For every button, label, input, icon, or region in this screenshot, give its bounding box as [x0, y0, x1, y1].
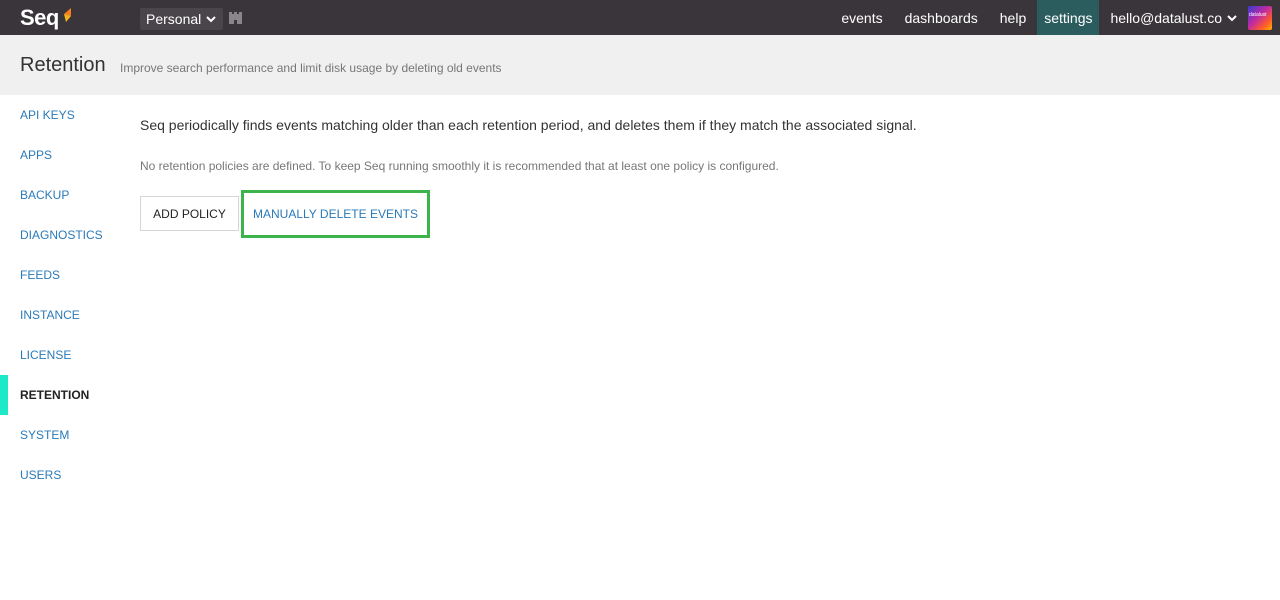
- manually-delete-events-button[interactable]: MANUALLY DELETE EVENTS: [241, 190, 430, 238]
- nav-events[interactable]: events: [834, 0, 889, 35]
- castle-icon[interactable]: [229, 12, 242, 24]
- chevron-down-icon: [206, 16, 216, 23]
- retention-intro-text: Seq periodically finds events matching o…: [140, 117, 917, 133]
- nav-help[interactable]: help: [993, 0, 1033, 35]
- page-subtitle: Improve search performance and limit dis…: [120, 61, 502, 75]
- top-bar: Seq Personal events dashboards help sett…: [0, 0, 1280, 35]
- settings-sidebar: API KEYS APPS BACKUP DIAGNOSTICS FEEDS I…: [0, 95, 130, 495]
- sidebar-item-retention[interactable]: RETENTION: [0, 375, 130, 415]
- add-policy-button[interactable]: ADD POLICY: [140, 196, 239, 231]
- workspace-selector[interactable]: Personal: [140, 8, 224, 30]
- sidebar-item-license[interactable]: LICENSE: [0, 335, 130, 375]
- chevron-down-icon: [1227, 14, 1237, 21]
- sidebar-item-diagnostics[interactable]: DIAGNOSTICS: [0, 215, 130, 255]
- nav-settings[interactable]: settings: [1037, 0, 1100, 35]
- sidebar-item-apps[interactable]: APPS: [0, 135, 130, 175]
- sidebar-item-instance[interactable]: INSTANCE: [0, 295, 130, 335]
- nav-dashboards[interactable]: dashboards: [898, 0, 985, 35]
- logo-text: Seq: [20, 5, 59, 30]
- workspace-label: Personal: [146, 11, 202, 27]
- seq-logo[interactable]: Seq: [20, 3, 72, 33]
- user-email: hello@datalust.co: [1110, 9, 1222, 26]
- main-nav: events dashboards help settings hello@da…: [830, 0, 1280, 35]
- user-menu[interactable]: hello@datalust.co: [1099, 0, 1248, 35]
- user-avatar-icon[interactable]: datalust: [1248, 6, 1272, 30]
- sidebar-item-feeds[interactable]: FEEDS: [0, 255, 130, 295]
- avatar-text: datalust: [1249, 12, 1267, 18]
- sidebar-item-system[interactable]: SYSTEM: [0, 415, 130, 455]
- sidebar-item-api-keys[interactable]: API KEYS: [0, 95, 130, 135]
- page-header: Retention Improve search performance and…: [0, 35, 1280, 95]
- sidebar-item-users[interactable]: USERS: [0, 455, 130, 495]
- no-policies-notice: No retention policies are defined. To ke…: [140, 159, 779, 173]
- page-title: Retention: [20, 54, 106, 76]
- sidebar-item-backup[interactable]: BACKUP: [0, 175, 130, 215]
- seq-logo-mark-icon: [63, 8, 71, 22]
